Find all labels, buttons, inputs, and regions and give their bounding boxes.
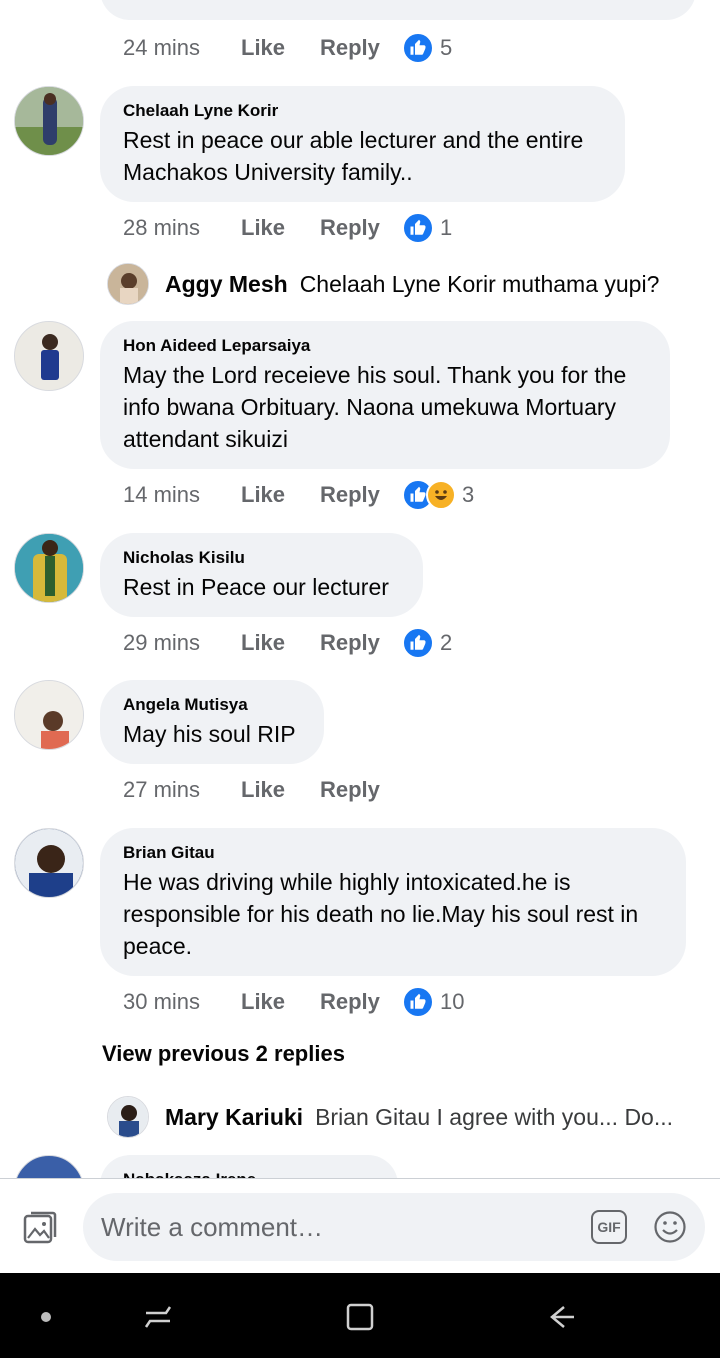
dot-icon[interactable] bbox=[26, 1297, 66, 1337]
avatar[interactable] bbox=[14, 680, 84, 750]
avatar[interactable] bbox=[107, 263, 149, 305]
comment-time: 24 mins bbox=[123, 35, 201, 60]
reply-author[interactable]: Aggy Mesh bbox=[165, 271, 288, 298]
comment-time: 27 mins bbox=[123, 777, 201, 802]
comment-text: May the Lord receieve his soul. Thank yo… bbox=[123, 362, 627, 452]
comment-actions: 27 mins Like Reply bbox=[123, 773, 402, 807]
comment-time: 30 mins bbox=[123, 989, 201, 1014]
home-icon[interactable] bbox=[340, 1297, 380, 1337]
comment-text: Rest in peace our able lecturer and the … bbox=[123, 127, 584, 185]
like-button[interactable]: Like bbox=[241, 215, 320, 241]
reply-preview[interactable]: Aggy Mesh Chelaah Lyne Korir muthama yup… bbox=[107, 263, 659, 305]
commenter-name[interactable]: Nicholas Kisilu bbox=[123, 547, 401, 569]
reaction-summary[interactable]: 5 bbox=[402, 32, 452, 64]
avatar[interactable] bbox=[14, 828, 84, 898]
comments-feed[interactable]: 24 mins Like Reply 5 Chelaah Lyne Korir … bbox=[0, 0, 720, 1178]
comment-actions: 14 mins Like Reply 3 bbox=[123, 478, 474, 512]
like-reaction-icon bbox=[402, 212, 434, 244]
reaction-summary[interactable]: 3 bbox=[402, 479, 474, 511]
comment-actions: 30 mins Like Reply 10 bbox=[123, 985, 464, 1019]
commenter-name[interactable]: Brian Gitau bbox=[123, 842, 664, 864]
comment-text: Rest in Peace our lecturer bbox=[123, 574, 389, 600]
reaction-count: 3 bbox=[462, 482, 475, 507]
reply-preview[interactable]: Mary Kariuki Brian Gitau I agree with yo… bbox=[107, 1096, 682, 1138]
like-reaction-icon bbox=[402, 627, 434, 659]
avatar[interactable] bbox=[14, 533, 84, 603]
reply-author[interactable]: Mary Kariuki bbox=[165, 1104, 303, 1131]
reaction-summary[interactable]: 2 bbox=[402, 627, 452, 659]
avatar[interactable] bbox=[14, 86, 84, 156]
like-reaction-icon bbox=[402, 32, 434, 64]
comment-bubble[interactable]: Nicholas Kisilu Rest in Peace our lectur… bbox=[100, 533, 423, 617]
like-reaction-icon bbox=[402, 986, 434, 1018]
photo-icon[interactable] bbox=[22, 1209, 58, 1245]
reply-button[interactable]: Reply bbox=[320, 777, 402, 803]
reply-button[interactable]: Reply bbox=[320, 35, 402, 61]
commenter-name[interactable]: Chelaah Lyne Korir bbox=[123, 100, 603, 122]
reaction-count: 10 bbox=[440, 989, 465, 1014]
like-button[interactable]: Like bbox=[241, 989, 320, 1015]
comment-time: 28 mins bbox=[123, 215, 201, 240]
reply-button[interactable]: Reply bbox=[320, 215, 402, 241]
comment-bubble[interactable]: Nabakaaza Irene bbox=[100, 1155, 398, 1178]
avatar[interactable] bbox=[14, 1155, 84, 1178]
like-button[interactable]: Like bbox=[241, 630, 320, 656]
comment-bubble[interactable] bbox=[100, 0, 696, 20]
reply-button[interactable]: Reply bbox=[320, 989, 402, 1015]
reply-text: Chelaah Lyne Korir muthama yupi? bbox=[299, 270, 660, 297]
comment-bubble[interactable]: Chelaah Lyne Korir Rest in peace our abl… bbox=[100, 86, 625, 202]
commenter-name[interactable]: Hon Aideed Leparsaiya bbox=[123, 335, 648, 357]
like-button[interactable]: Like bbox=[241, 482, 320, 508]
back-icon[interactable] bbox=[542, 1297, 582, 1337]
reply-button[interactable]: Reply bbox=[320, 630, 402, 656]
like-button[interactable]: Like bbox=[241, 777, 320, 803]
comment-placeholder: Write a comment… bbox=[101, 1212, 324, 1242]
reaction-count: 2 bbox=[440, 630, 453, 655]
comment-bubble[interactable]: Brian Gitau He was driving while highly … bbox=[100, 828, 686, 976]
comment-actions: 29 mins Like Reply 2 bbox=[123, 626, 452, 660]
haha-reaction-icon bbox=[426, 480, 456, 510]
view-previous-replies-link[interactable]: View previous 2 replies bbox=[102, 1041, 345, 1067]
commenter-name[interactable]: Nabakaaza Irene bbox=[123, 1169, 376, 1178]
avatar[interactable] bbox=[107, 1096, 149, 1138]
emoji-icon[interactable] bbox=[653, 1210, 687, 1244]
comment-time: 29 mins bbox=[123, 630, 201, 655]
comment-text: May his soul RIP bbox=[123, 721, 296, 747]
comment-actions: 28 mins Like Reply 1 bbox=[123, 211, 452, 245]
comment-composer: Write a comment… GIF bbox=[0, 1178, 720, 1273]
avatar[interactable] bbox=[14, 321, 84, 391]
commenter-name[interactable]: Angela Mutisya bbox=[123, 694, 302, 716]
comment-actions: 24 mins Like Reply 5 bbox=[123, 31, 452, 65]
reaction-count: 5 bbox=[440, 35, 453, 60]
gif-button[interactable]: GIF bbox=[591, 1210, 627, 1244]
comment-bubble[interactable]: Angela Mutisya May his soul RIP bbox=[100, 680, 324, 764]
like-button[interactable]: Like bbox=[241, 35, 320, 61]
comment-bubble[interactable]: Hon Aideed Leparsaiya May the Lord recei… bbox=[100, 321, 670, 469]
reply-text: Brian Gitau I agree with you... Do... bbox=[315, 1103, 674, 1130]
comment-time: 14 mins bbox=[123, 482, 201, 507]
system-navigation-bar bbox=[0, 1273, 720, 1358]
recent-apps-icon[interactable] bbox=[138, 1297, 178, 1337]
reaction-summary[interactable]: 1 bbox=[402, 212, 452, 244]
comment-text: He was driving while highly intoxicated.… bbox=[123, 869, 639, 959]
reaction-summary[interactable]: 10 bbox=[402, 986, 464, 1018]
comment-input[interactable]: Write a comment… GIF bbox=[83, 1193, 705, 1261]
reply-button[interactable]: Reply bbox=[320, 482, 402, 508]
reaction-count: 1 bbox=[440, 215, 453, 240]
